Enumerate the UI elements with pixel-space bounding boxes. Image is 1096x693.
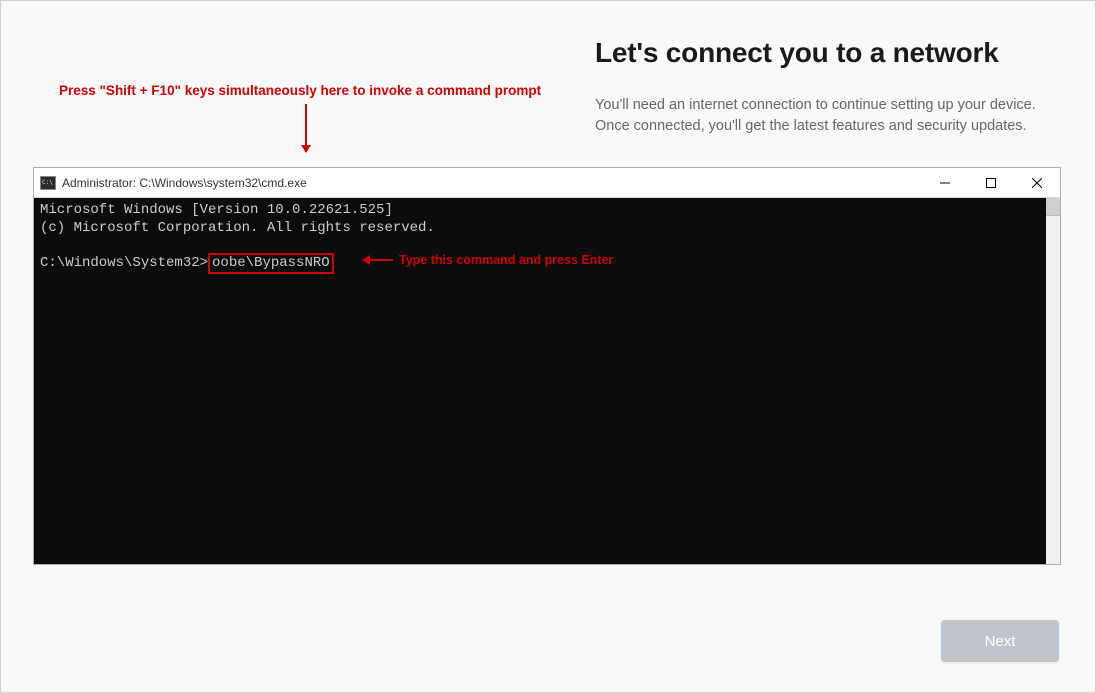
arrow-down-icon (305, 104, 307, 152)
page-title: Let's connect you to a network (595, 37, 1055, 69)
annotation-type-command: Type this command and press Enter (363, 253, 613, 267)
close-button[interactable] (1014, 168, 1060, 197)
cmd-titlebar[interactable]: Administrator: C:\Windows\system32\cmd.e… (34, 168, 1060, 198)
oobe-screen: Let's connect you to a network You'll ne… (0, 0, 1096, 693)
minimize-button[interactable] (922, 168, 968, 197)
scrollbar[interactable] (1046, 198, 1060, 216)
next-button[interactable]: Next (941, 620, 1059, 662)
annotation-inline-text: Type this command and press Enter (399, 253, 613, 267)
arrow-left-icon (363, 259, 393, 261)
cmd-version-line: Microsoft Windows [Version 10.0.22621.52… (40, 202, 1040, 220)
cmd-command-highlight: oobe\BypassNRO (208, 253, 334, 275)
cmd-copyright-line: (c) Microsoft Corporation. All rights re… (40, 220, 1040, 238)
cmd-blank-line (40, 237, 1040, 255)
annotation-shift-f10: Press "Shift + F10" keys simultaneously … (59, 83, 541, 98)
cmd-title-text: Administrator: C:\Windows\system32\cmd.e… (62, 176, 922, 190)
maximize-button[interactable] (968, 168, 1014, 197)
cmd-command[interactable]: oobe\BypassNRO (212, 255, 330, 271)
cmd-prompt: C:\Windows\System32> (40, 255, 208, 271)
command-prompt-window[interactable]: Administrator: C:\Windows\system32\cmd.e… (33, 167, 1061, 565)
cmd-icon (40, 176, 56, 190)
page-subtitle: You'll need an internet connection to co… (595, 95, 1055, 137)
window-controls (922, 168, 1060, 197)
